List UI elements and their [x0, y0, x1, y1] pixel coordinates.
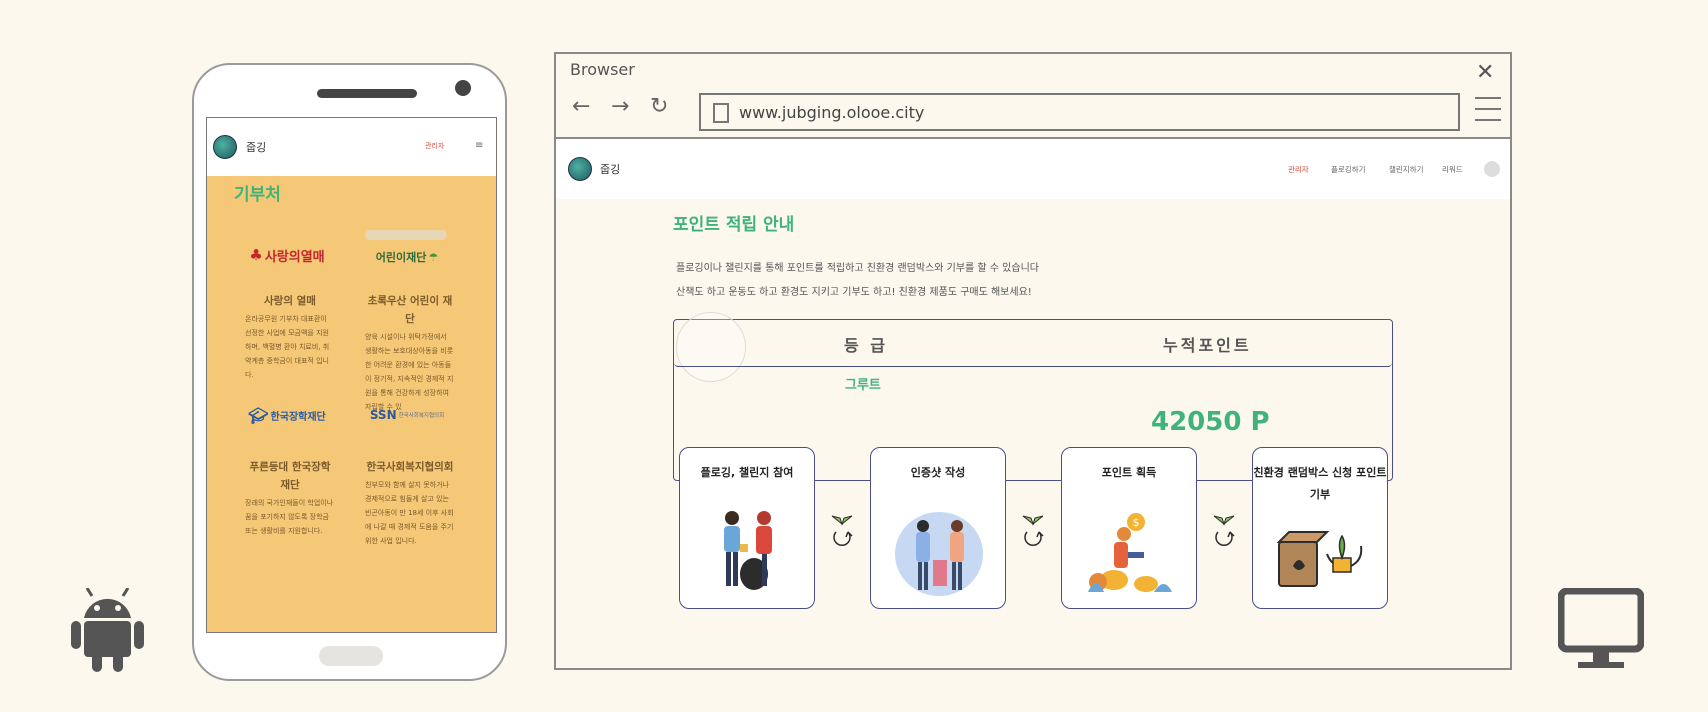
svg-text:$: $	[1133, 516, 1140, 529]
nav-reward[interactable]: 리워드	[1442, 164, 1463, 175]
nav-admin[interactable]: 관리자	[1288, 164, 1309, 175]
eco-box-donate-icon	[1276, 531, 1363, 587]
address-bar[interactable]: www.jubging.olooe.city	[699, 93, 1460, 131]
nav-challenge[interactable]: 챌린지하기	[1389, 164, 1424, 175]
url-text[interactable]: www.jubging.olooe.city	[739, 103, 924, 122]
step-label: 포인트 획득	[1101, 466, 1157, 479]
document-icon	[713, 103, 729, 123]
recycle-arrow-icon	[1213, 515, 1235, 547]
org-name: 푸른등대 한국장학재단	[249, 461, 331, 491]
phone-header: 줍깅 관리자 ≡	[207, 118, 496, 176]
reload-icon[interactable]: ↻	[650, 94, 668, 119]
org-desc: 양육 시설이나 위탁가정에서 생활하는 보호대상아동을 비롯한 어려운 환경에 …	[365, 333, 454, 411]
page-title: 포인트 적립 안내	[673, 215, 795, 235]
recycle-arrow-icon	[831, 515, 853, 547]
site-brand[interactable]: 줍깅	[600, 161, 620, 177]
phone-admin-link[interactable]: 관리자	[425, 141, 444, 151]
org-card[interactable]: 사랑의 열매 온라공무원 기부차 대표환이 선정한 사업에 모금액을 지원하며,…	[245, 292, 335, 382]
photo-people-icon	[895, 512, 983, 596]
globe-logo-icon[interactable]	[568, 157, 592, 181]
browser-menu-icon[interactable]	[1475, 97, 1501, 130]
points-label: 누적포인트	[1163, 336, 1252, 355]
love-fruit-icon: ♣	[249, 246, 263, 264]
forward-arrow-icon[interactable]: →	[611, 94, 629, 119]
browser-title: Browser	[570, 60, 635, 79]
step-card-donate[interactable]: 친환경 랜덤박스 신청 포인트 기부	[1252, 447, 1388, 609]
nav-plogging[interactable]: 플로깅하기	[1331, 164, 1366, 175]
recycle-arrow-icon	[1022, 515, 1044, 547]
org-name: 한국사회복지협의회	[366, 461, 454, 473]
back-arrow-icon[interactable]: ←	[572, 94, 590, 119]
grade-value: 그루트	[845, 378, 881, 393]
phone-mockup: 줍깅 관리자 ≡ 기부처 ♣ 사랑의열매 어린이재단 ☂ 🎓︎ 한국장학재단 SSN 한…	[192, 63, 507, 681]
org-logo-childfund: 어린이재단 ☂	[375, 250, 439, 265]
step-label: 인증샷 작성	[910, 466, 966, 479]
desktop-icon	[1558, 588, 1644, 668]
plogging-people-icon	[724, 511, 772, 590]
umbrella-icon: ☂	[428, 250, 439, 264]
points-value: 42050 P	[1151, 407, 1270, 437]
org-desc: 친부모와 함께 살지 못하거나 경제적으로 힘들게 살고 있는 빈곤아동이 만 …	[365, 481, 454, 545]
points-card-header: 등 급 누적포인트	[674, 320, 1392, 367]
org-name: 초록우산 어린이 재단	[367, 295, 453, 325]
org-desc: 장래의 국가인재들이 학업이나 꿈을 포기하지 않도록 장학금 또는 생활비를 …	[245, 499, 334, 535]
org-card[interactable]: 초록우산 어린이 재단 양육 시설이나 위탁가정에서 생활하는 보호대상아동을 …	[365, 292, 455, 414]
desc-line-1: 플로깅이나 챌린지를 통해 포인트를 적립하고 친환경 랜덤박스와 기부를 할 …	[676, 263, 1039, 274]
browser-chrome: Browser ✕ ← → ↻ www.jubging.olooe.city	[556, 54, 1510, 139]
placeholder-bar	[365, 230, 447, 240]
step-card-photo[interactable]: 인증샷 작성	[870, 447, 1006, 609]
close-icon[interactable]: ✕	[1476, 60, 1494, 85]
step-label: 친환경 랜덤박스 신청 포인트 기부	[1253, 466, 1387, 501]
step-card-plogging[interactable]: 플로깅, 챌린지 참여	[679, 447, 815, 609]
hamburger-menu-icon[interactable]: ≡	[475, 140, 483, 151]
phone-brand[interactable]: 줍깅	[246, 139, 266, 155]
android-icon	[71, 588, 144, 672]
org-desc: 온라공무원 기부차 대표환이 선정한 사업에 모금액을 지원하며, 백혈병 환아…	[245, 315, 330, 379]
step-label: 플로깅, 챌린지 참여	[700, 466, 794, 479]
org-logo-kosaf: 🎓︎ 한국장학재단	[248, 405, 326, 425]
coins-icon: $	[1088, 513, 1172, 592]
globe-logo-icon[interactable]	[213, 135, 237, 159]
avatar[interactable]	[1484, 161, 1500, 177]
donation-section-title: 기부처	[234, 185, 281, 205]
desc-line-2: 산책도 하고 운동도 하고 환경도 지키고 기부도 하고! 친환경 제품도 구매…	[676, 287, 1032, 298]
org-card[interactable]: 한국사회복지협의회 친부모와 함께 살지 못하거나 경제적으로 힘들게 살고 있…	[365, 458, 455, 548]
grade-label: 등 급	[844, 336, 889, 355]
phone-home-button[interactable]	[319, 646, 383, 666]
org-card[interactable]: 푸른등대 한국장학재단 장래의 국가인재들이 학업이나 꿈을 포기하지 않도록 …	[245, 458, 335, 538]
site-header: 줍깅 관리자 플로깅하기 챌린지하기 리워드	[556, 139, 1510, 199]
graduation-cap-icon: 🎓︎	[248, 405, 269, 425]
phone-speaker	[317, 89, 417, 98]
org-logo-love-fruit: ♣ 사랑의열매	[249, 246, 325, 265]
step-card-points[interactable]: 포인트 획득 $	[1061, 447, 1197, 609]
phone-screen: 줍깅 관리자 ≡ 기부처 ♣ 사랑의열매 어린이재단 ☂ 🎓︎ 한국장학재단 SSN 한…	[206, 117, 497, 633]
phone-camera	[455, 80, 471, 96]
org-name: 사랑의 열매	[264, 295, 316, 307]
